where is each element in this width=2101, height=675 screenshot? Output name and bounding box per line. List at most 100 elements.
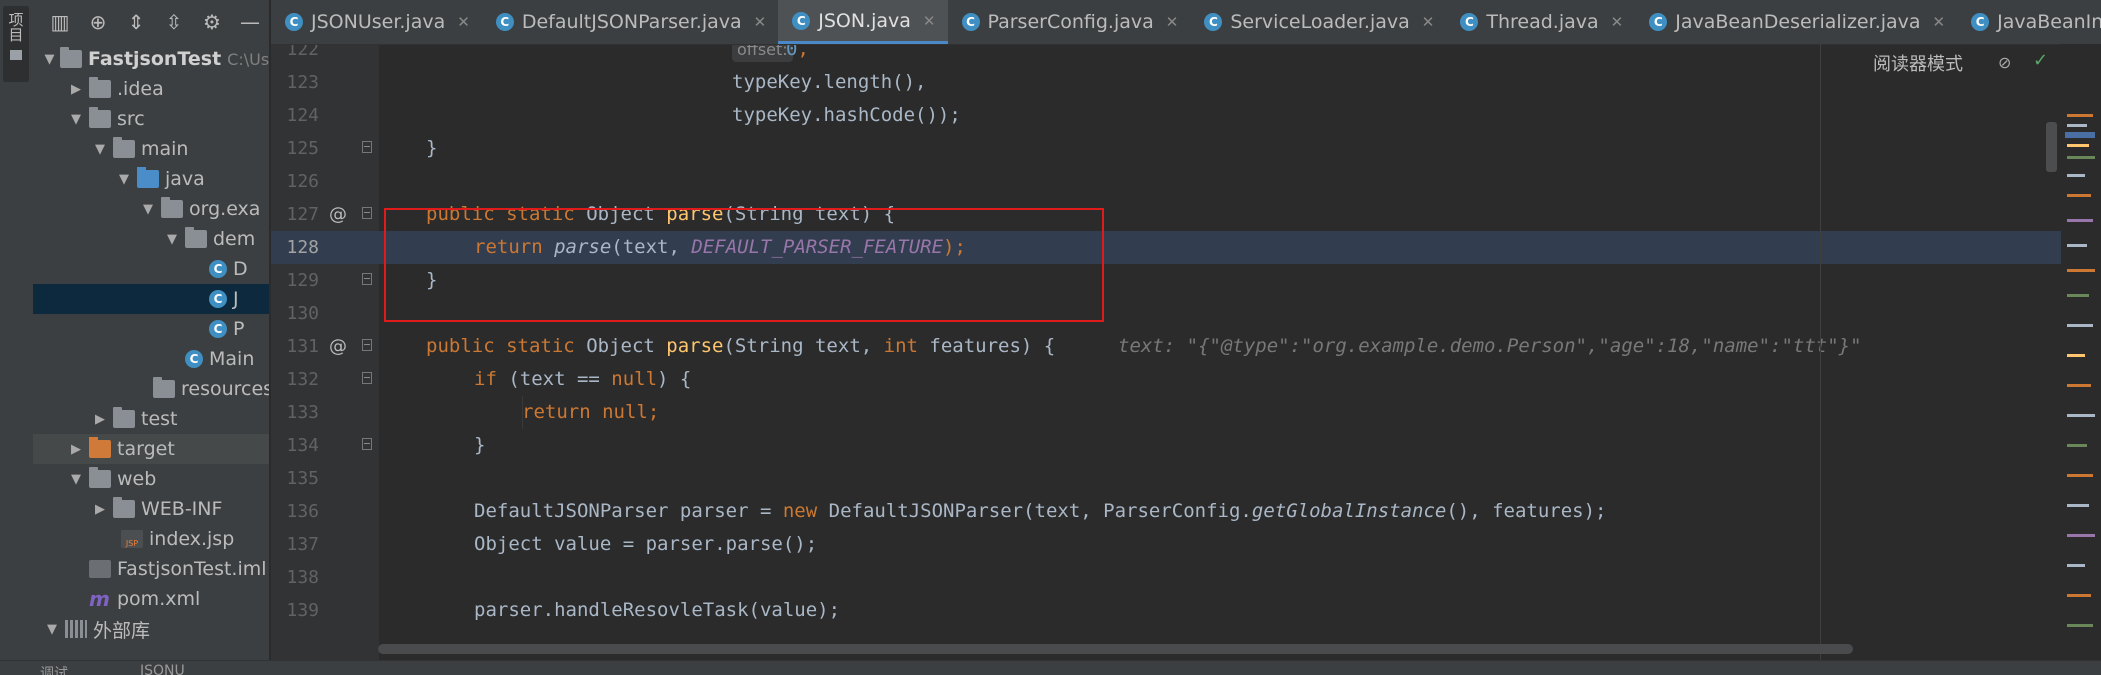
vertical-scrollbar-thumb[interactable]	[2046, 122, 2057, 172]
layout-icon[interactable]: ▥	[49, 11, 71, 33]
folder-icon	[113, 137, 135, 158]
tree-item-java[interactable]: ▼ java	[33, 164, 269, 194]
tree-item-org-example[interactable]: ▼ org.exa	[33, 194, 269, 224]
close-icon[interactable]: ✕	[1166, 13, 1179, 31]
tab-serviceloader[interactable]: C ServiceLoader.java ✕	[1190, 0, 1446, 44]
tree-item-label: FastjsonTest.iml	[117, 558, 267, 580]
fold-icon[interactable]	[362, 438, 372, 450]
fold-icon[interactable]	[362, 339, 372, 351]
folder-icon	[89, 107, 111, 128]
chevron-down-icon[interactable]: ▼	[43, 622, 61, 637]
close-icon[interactable]: ✕	[1422, 13, 1435, 31]
code-text: typeKey.hashCode());	[732, 104, 961, 126]
close-icon[interactable]: ✕	[923, 12, 936, 30]
chevron-down-icon[interactable]: ▼	[67, 112, 85, 127]
line-number: 135	[286, 468, 319, 489]
tab-javabeandeserializer[interactable]: C JavaBeanDeserializer.java ✕	[1635, 0, 1957, 44]
tab-jsonuser[interactable]: C JSONUser.java ✕	[271, 0, 482, 44]
tree-item-label: main	[141, 138, 189, 160]
tree-item-web-inf[interactable]: ▶ WEB-INF	[33, 494, 269, 524]
fold-icon[interactable]	[362, 207, 372, 219]
code-text: typeKey.length(),	[732, 71, 927, 93]
locate-icon[interactable]: ⊕	[87, 11, 109, 33]
tree-root[interactable]: ▼ FastjsonTest C:\Use	[33, 44, 269, 74]
tree-item-main-class[interactable]: C Main	[33, 344, 269, 374]
class-icon: C	[495, 13, 514, 31]
folder-icon	[10, 50, 22, 60]
source-folder-icon	[137, 167, 159, 188]
code-line-126: 126	[271, 165, 2061, 198]
tree-item-iml[interactable]: FastjsonTest.iml	[33, 554, 269, 584]
error-stripe-minimap[interactable]	[2061, 44, 2101, 660]
hide-icon[interactable]: —	[239, 11, 261, 33]
tab-json[interactable]: C JSON.java ✕	[778, 0, 948, 44]
tree-item-external-libs[interactable]: ▼ 外部库	[33, 614, 269, 644]
tab-parserconfig[interactable]: C ParserConfig.java ✕	[948, 0, 1191, 44]
code-editor[interactable]: 122 offset: 0, 123 typeKey.length(), 124…	[271, 45, 2061, 660]
tree-item-src[interactable]: ▼ src	[33, 104, 269, 134]
tab-thread[interactable]: C Thread.java ✕	[1446, 0, 1635, 44]
chevron-down-icon[interactable]: ▼	[91, 142, 109, 157]
chevron-down-icon[interactable]: ▼	[163, 232, 181, 247]
chevron-right-icon[interactable]: ▶	[91, 502, 109, 517]
tab-javabeaninfo[interactable]: C JavaBeanInfo.java ✕	[1957, 0, 2101, 44]
chevron-down-icon[interactable]: ▼	[43, 52, 56, 67]
chevron-right-icon[interactable]: ▶	[91, 412, 109, 427]
tree-item-class-j[interactable]: C J	[33, 284, 269, 314]
reader-mode-toggle[interactable]: 阅读器模式	[1873, 50, 1963, 76]
tree-item-web[interactable]: ▼ web	[33, 464, 269, 494]
override-marker-icon[interactable]: @	[329, 330, 347, 363]
code-line-135: 135	[271, 462, 2061, 495]
tree-item-demo[interactable]: ▼ dem	[33, 224, 269, 254]
fold-icon[interactable]	[362, 141, 372, 153]
line-number: 127	[286, 204, 319, 225]
chevron-right-icon[interactable]: ▶	[67, 82, 85, 97]
fold-icon[interactable]	[362, 372, 372, 384]
check-icon[interactable]: ✓	[2033, 50, 2048, 71]
code-text: Object value = parser.parse();	[474, 533, 818, 555]
tree-item-resources[interactable]: resources	[33, 374, 269, 404]
chevron-down-icon[interactable]: ▼	[139, 202, 157, 217]
eye-off-icon[interactable]: ⊘	[1998, 53, 2011, 72]
code-text: }	[426, 269, 438, 291]
class-icon: C	[1460, 13, 1479, 31]
tree-item-test[interactable]: ▶ test	[33, 404, 269, 434]
indent-guide	[522, 396, 523, 429]
override-marker-icon[interactable]: @	[329, 198, 347, 231]
tree-item-class-p[interactable]: C P	[33, 314, 269, 344]
close-icon[interactable]: ✕	[1933, 13, 1946, 31]
code-line-127: 127 @ public static Object parse(String t…	[271, 198, 2061, 231]
tree-item-label: P	[233, 318, 245, 340]
tab-label: JavaBeanInfo.java	[1997, 11, 2101, 33]
expand-all-icon[interactable]: ⇕	[125, 11, 147, 33]
close-icon[interactable]: ✕	[754, 13, 767, 31]
collapse-all-icon[interactable]: ⇳	[163, 11, 185, 33]
fold-icon[interactable]	[362, 273, 372, 285]
line-number: 123	[286, 72, 319, 93]
tree-item-label: J	[233, 288, 239, 310]
project-tool-tab[interactable]: 项目	[3, 6, 29, 82]
close-icon[interactable]: ✕	[1611, 13, 1624, 31]
chevron-down-icon[interactable]: ▼	[115, 172, 133, 187]
folder-icon	[89, 77, 111, 98]
chevron-right-icon[interactable]: ▶	[67, 442, 85, 457]
debug-session-tab[interactable]: JSONU	[140, 663, 185, 675]
line-number: 122	[286, 45, 319, 60]
chevron-down-icon[interactable]: ▼	[67, 472, 85, 487]
class-icon: C	[961, 13, 980, 31]
tree-item-index-jsp[interactable]: JSP index.jsp	[33, 524, 269, 554]
code-line-123: 123 typeKey.length(),	[271, 66, 2061, 99]
tree-item-class-d[interactable]: C D	[33, 254, 269, 284]
close-icon[interactable]: ✕	[457, 13, 470, 31]
code-line-131: 131 @ public static Object parse(String t…	[271, 330, 2061, 363]
code-text: parser.handleResovleTask(value);	[474, 599, 841, 621]
tab-defaultjsonparser[interactable]: C DefaultJSONParser.java ✕	[482, 0, 778, 44]
tree-item-main[interactable]: ▼ main	[33, 134, 269, 164]
gear-icon[interactable]: ⚙	[201, 11, 223, 33]
tree-item-pom[interactable]: m pom.xml	[33, 584, 269, 614]
tree-item-target[interactable]: ▶ target	[33, 434, 269, 464]
tree-item-idea[interactable]: ▶ .idea	[33, 74, 269, 104]
class-icon: C	[1649, 13, 1668, 31]
debug-tool-tab[interactable]: 调试	[40, 663, 68, 675]
horizontal-scrollbar-thumb[interactable]	[378, 644, 1853, 654]
